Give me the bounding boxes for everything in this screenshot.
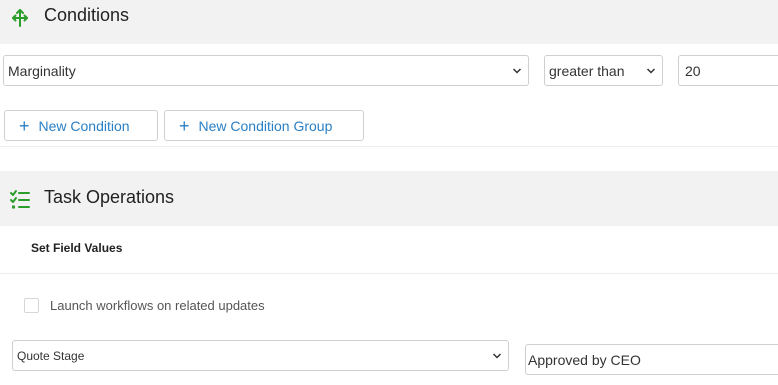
- task-operations-title: Task Operations: [44, 187, 175, 207]
- task-value-input[interactable]: Approved by CEO: [525, 344, 778, 375]
- chevron-down-icon: [646, 68, 656, 74]
- launch-workflows-checkbox[interactable]: [24, 298, 39, 313]
- plus-icon: +: [179, 115, 190, 136]
- task-field-value: Quote Stage: [17, 348, 85, 363]
- condition-operator-value: greater than: [549, 62, 625, 79]
- condition-value-text: 20: [685, 62, 701, 79]
- condition-field-value: Marginality: [8, 62, 76, 79]
- set-field-values-label: Set Field Values: [31, 241, 123, 255]
- chevron-down-icon: [512, 68, 522, 74]
- condition-field-select[interactable]: Marginality: [3, 55, 529, 86]
- task-operations-header: Task Operations: [0, 171, 778, 226]
- branch-arrows-icon: [12, 9, 28, 27]
- task-field-select[interactable]: Quote Stage: [12, 340, 509, 371]
- new-condition-group-button[interactable]: + New Condition Group: [164, 110, 364, 141]
- condition-operator-select[interactable]: greater than: [544, 55, 663, 86]
- new-condition-group-label: New Condition Group: [198, 117, 333, 134]
- new-condition-button[interactable]: + New Condition: [4, 110, 158, 141]
- conditions-title: Conditions: [44, 5, 130, 25]
- launch-workflows-label: Launch workflows on related updates: [50, 298, 265, 313]
- new-condition-label: New Condition: [38, 117, 130, 134]
- conditions-divider: [0, 146, 778, 147]
- plus-icon: +: [19, 115, 30, 136]
- condition-value-input[interactable]: 20: [678, 55, 778, 86]
- checklist-icon: [10, 190, 30, 209]
- task-operations-divider: [0, 273, 778, 274]
- chevron-down-icon: [492, 353, 502, 359]
- conditions-header: Conditions: [0, 0, 778, 44]
- task-value-text: Approved by CEO: [528, 351, 641, 368]
